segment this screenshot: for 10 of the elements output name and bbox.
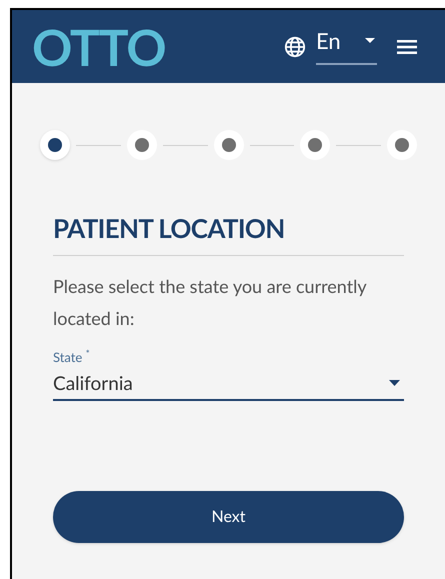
page-title: PATIENT LOCATION: [53, 212, 286, 244]
globe-icon: [284, 36, 306, 58]
caret-icon: [365, 38, 375, 42]
logo: OTTO: [32, 22, 166, 72]
state-select[interactable]: State $^{*}$ California: [53, 350, 404, 400]
next-button[interactable]: Next: [53, 490, 404, 542]
instruction-text: Please select the state you are currently located in:: [53, 274, 368, 330]
caret-icon: [389, 380, 400, 386]
menu-icon[interactable]: [397, 38, 417, 54]
language-select[interactable]: En: [316, 28, 377, 64]
